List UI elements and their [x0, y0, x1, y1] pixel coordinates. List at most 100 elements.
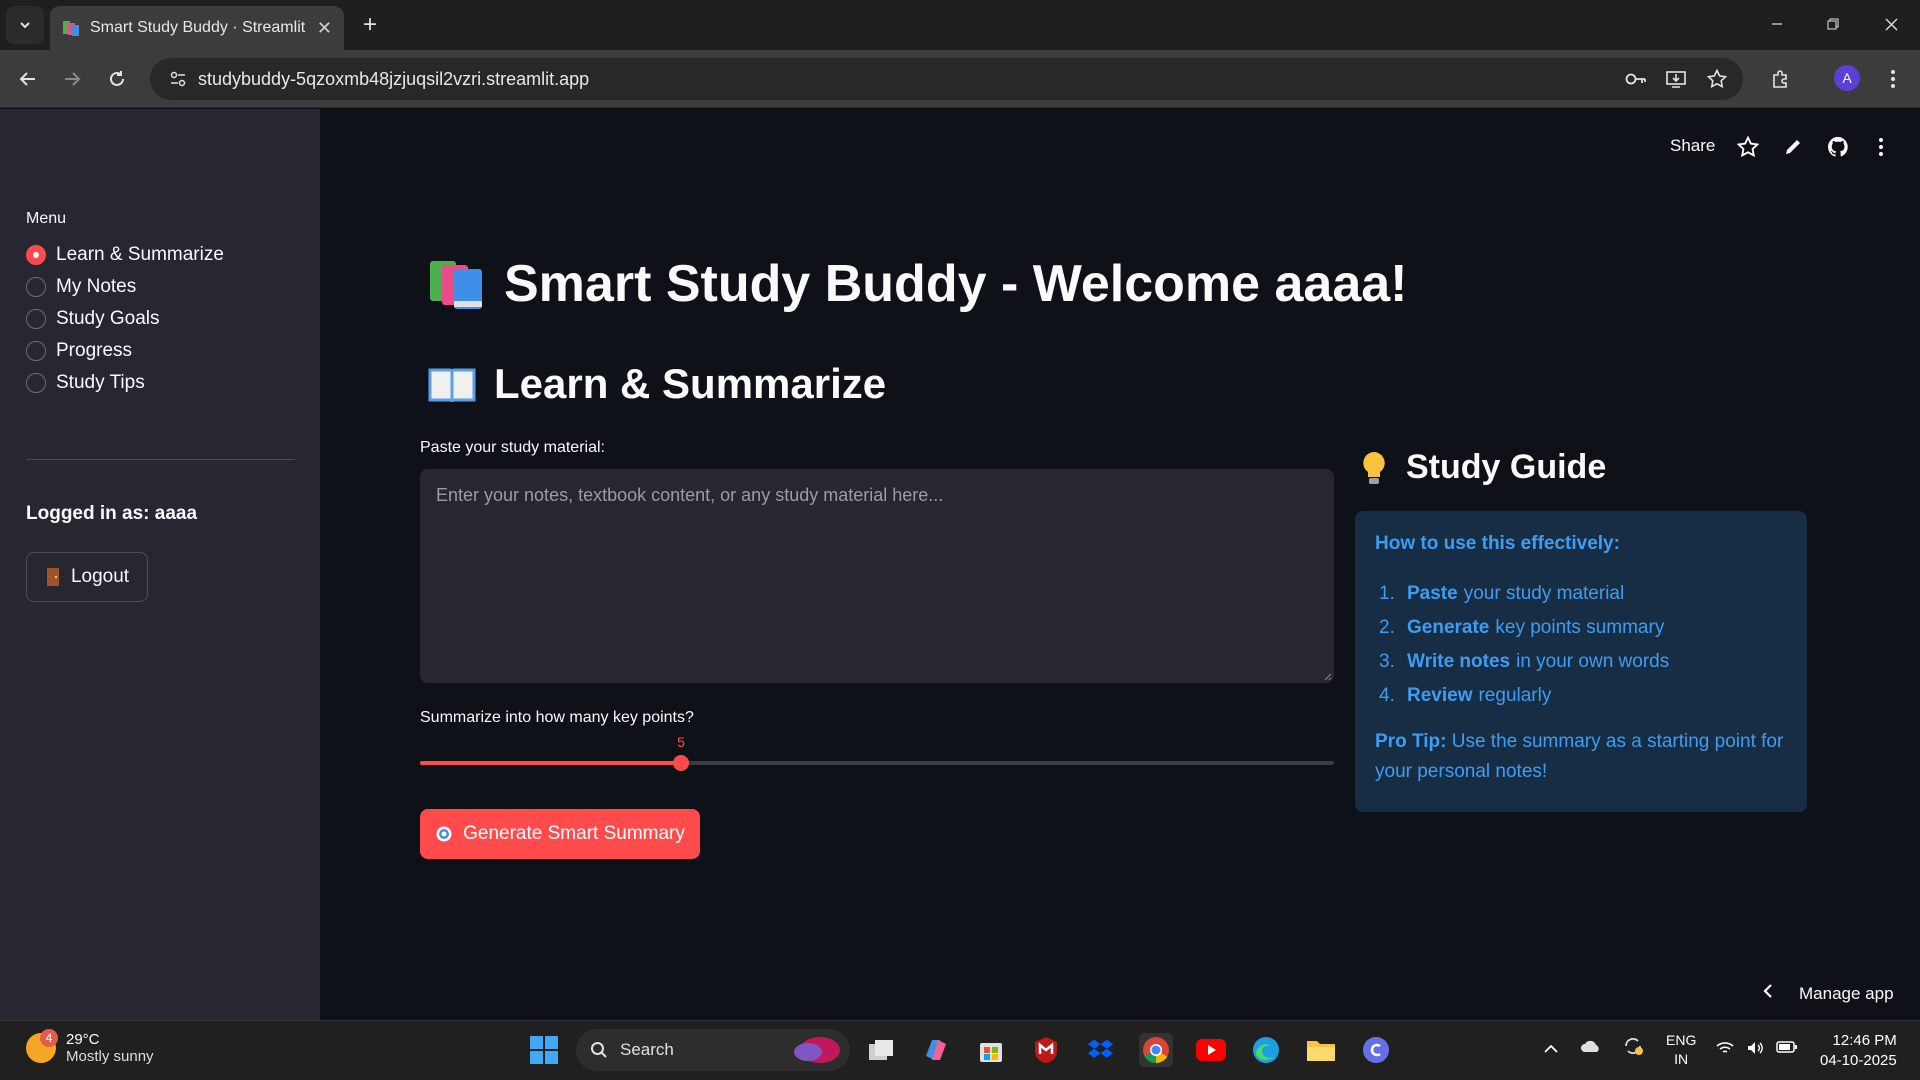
- logout-button[interactable]: Logout: [26, 552, 148, 602]
- list-item: 3. Write notes in your own words: [1379, 651, 1670, 672]
- bookmark-star-icon[interactable]: [1701, 63, 1733, 95]
- date: 04-10-2025: [1820, 1052, 1897, 1069]
- manage-app-label: Manage app: [1799, 983, 1894, 1003]
- sync-icon[interactable]: [1622, 1036, 1644, 1059]
- forward-arrow-icon[interactable]: [56, 63, 88, 95]
- password-key-icon[interactable]: [1620, 63, 1652, 95]
- url-text: studybuddy-5qzoxmb48jzjuqsil2vzri.stream…: [198, 68, 590, 89]
- slider-value: 5: [677, 734, 685, 750]
- logged-in-status: Logged in as: aaaa: [26, 503, 197, 525]
- generate-summary-label: Generate Smart Summary: [463, 823, 685, 844]
- page-title-text: Smart Study Buddy - Welcome aaaa!: [504, 255, 1408, 313]
- chevron-left-icon: [1763, 983, 1773, 1004]
- lang-top: ENG: [1666, 1032, 1697, 1048]
- sidebar-item-label: Progress: [56, 340, 133, 361]
- tray-chevron-up-icon[interactable]: [1544, 1041, 1558, 1057]
- star-icon[interactable]: [1735, 134, 1761, 160]
- clock[interactable]: 12:46 PM 04-10-2025: [1820, 1031, 1897, 1071]
- weather-badge: 4: [40, 1029, 58, 1047]
- chrome-icon[interactable]: [1139, 1033, 1173, 1067]
- username: aaaa: [154, 503, 198, 524]
- close-window-icon[interactable]: [1868, 8, 1914, 40]
- list-item: 1. Paste your study material: [1379, 583, 1625, 604]
- radio-icon: [26, 277, 46, 297]
- lang-bottom: IN: [1674, 1051, 1689, 1067]
- section-title-text: Learn & Summarize: [494, 360, 887, 407]
- pro-tip: Pro Tip: Use the summary as a starting p…: [1375, 731, 1784, 782]
- weather-sun-icon: 4: [26, 1029, 58, 1063]
- canva-icon[interactable]: [1359, 1033, 1393, 1067]
- tab-close-icon[interactable]: ✕: [317, 18, 332, 39]
- battery-icon: [1776, 1041, 1797, 1053]
- tab-title: Smart Study Buddy · Streamlit: [90, 19, 306, 36]
- list-item: 4. Review regularly: [1379, 685, 1552, 706]
- section-title: Learn & Summarize: [428, 360, 886, 408]
- sidebar-item-learn-summarize[interactable]: Learn & Summarize: [26, 241, 224, 269]
- github-icon[interactable]: [1825, 134, 1851, 160]
- copilot-icon[interactable]: [919, 1033, 953, 1067]
- microsoft-store-icon[interactable]: [974, 1033, 1008, 1067]
- tab-search-button[interactable]: [6, 6, 44, 44]
- sidebar-item-progress[interactable]: Progress: [26, 337, 132, 365]
- install-app-icon[interactable]: [1660, 63, 1692, 95]
- search-icon: [590, 1041, 608, 1059]
- weather-widget[interactable]: 4 29°C Mostly sunny: [26, 1029, 154, 1065]
- list-item: 2. Generate key points summary: [1379, 617, 1665, 638]
- main-menu-icon[interactable]: [1868, 134, 1894, 160]
- chevron-down-icon: [20, 22, 30, 29]
- browser-toolbar: studybuddy-5qzoxmb48jzjuqsil2vzri.stream…: [0, 50, 1920, 108]
- lightbulb-icon: [1360, 450, 1388, 486]
- profile-avatar[interactable]: A: [1834, 65, 1860, 91]
- new-tab-button[interactable]: +: [355, 10, 385, 40]
- sidebar-item-label: Learn & Summarize: [56, 244, 224, 265]
- minimize-icon[interactable]: [1754, 8, 1800, 40]
- onedrive-cloud-icon[interactable]: [1580, 1039, 1602, 1056]
- logged-in-prefix: Logged in as:: [26, 503, 150, 524]
- kebab-menu-icon[interactable]: [1877, 63, 1909, 95]
- browser-tab-bar: Smart Study Buddy · Streamlit ✕ +: [0, 0, 1920, 50]
- slider-fill: [420, 761, 681, 765]
- taskbar-search[interactable]: Search: [576, 1029, 850, 1071]
- study-material-textarea[interactable]: [420, 469, 1334, 683]
- share-button[interactable]: Share: [1670, 136, 1715, 156]
- books-icon: [428, 257, 486, 311]
- sidebar-item-my-notes[interactable]: My Notes: [26, 273, 136, 301]
- sidebar-item-label: My Notes: [56, 276, 137, 297]
- language-indicator[interactable]: ENG IN: [1666, 1031, 1696, 1069]
- windows-start-icon[interactable]: [527, 1033, 561, 1067]
- how-to-heading: How to use this effectively:: [1375, 533, 1620, 554]
- study-guide-title: Study Guide: [1360, 448, 1606, 487]
- address-bar[interactable]: studybuddy-5qzoxmb48jzjuqsil2vzri.stream…: [150, 58, 1743, 100]
- file-explorer-icon[interactable]: [1304, 1033, 1338, 1067]
- mcafee-icon[interactable]: [1029, 1033, 1063, 1067]
- resize-grip-icon[interactable]: [1322, 671, 1332, 681]
- site-settings-icon[interactable]: [158, 70, 198, 88]
- edit-pencil-icon[interactable]: [1780, 134, 1806, 160]
- search-highlight-icon: [782, 1034, 842, 1071]
- browser-tab[interactable]: Smart Study Buddy · Streamlit ✕: [50, 6, 344, 50]
- material-label: Paste your study material:: [420, 439, 605, 456]
- edge-icon[interactable]: [1249, 1033, 1283, 1067]
- menu-label: Menu: [26, 210, 67, 227]
- reload-icon[interactable]: [101, 63, 133, 95]
- generate-summary-button[interactable]: Generate Smart Summary: [420, 809, 700, 859]
- extensions-puzzle-icon[interactable]: [1765, 63, 1797, 95]
- sidebar-item-label: Study Tips: [56, 372, 145, 393]
- back-arrow-icon[interactable]: [12, 63, 44, 95]
- restore-icon[interactable]: [1810, 8, 1856, 40]
- study-guide-title-text: Study Guide: [1406, 448, 1607, 486]
- sidebar-item-study-goals[interactable]: Study Goals: [26, 305, 160, 333]
- open-book-icon: [428, 364, 476, 404]
- wifi-icon: [1716, 1042, 1734, 1053]
- network-sound-battery[interactable]: [1716, 1040, 1798, 1056]
- youtube-icon[interactable]: [1194, 1033, 1228, 1067]
- books-favicon-icon: [62, 19, 80, 37]
- sidebar-item-label: Study Goals: [56, 308, 160, 329]
- slider-thumb[interactable]: [673, 755, 689, 771]
- key-points-slider[interactable]: [420, 755, 1334, 771]
- sidebar-item-study-tips[interactable]: Study Tips: [26, 369, 145, 397]
- target-icon: [435, 825, 453, 843]
- dropbox-icon[interactable]: [1084, 1033, 1118, 1067]
- task-view-icon[interactable]: [864, 1033, 898, 1067]
- manage-app-button[interactable]: Manage app: [1763, 983, 1894, 1004]
